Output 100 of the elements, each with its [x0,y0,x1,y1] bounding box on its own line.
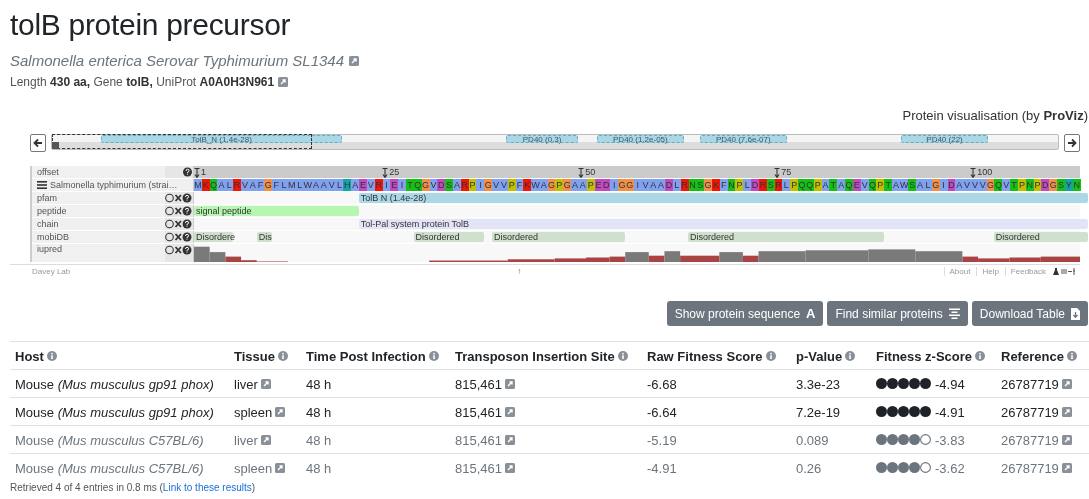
residue-letter: G [421,179,430,191]
residue-letter: L [924,179,932,191]
residue-letter: N [727,179,736,191]
residue-letter: I [939,179,948,191]
external-link-icon[interactable] [275,463,286,474]
info-icon[interactable] [845,351,856,362]
domain-bar[interactable]: PD40 (22) [901,135,988,143]
residue-letter: G [986,179,995,191]
feature-bar[interactable]: Tol-Pal system protein TolB [358,219,1088,229]
residue-letter: G [931,179,940,191]
track-label: Salmonella typhimurium (strai… [50,179,178,191]
residue-letter: V [429,179,438,191]
domain-bar[interactable]: PD40 (7.6e-07) [700,135,787,143]
filled-circle-icon [909,461,920,473]
feature-bar[interactable]: TolB N (1.4e-28) [358,193,1088,203]
residue-letter: L [225,179,234,191]
right-arrow-icon [1067,138,1077,148]
feature-bar[interactable]: Disordere [194,232,234,242]
residue-letter: Y [1064,179,1073,191]
external-link-icon[interactable] [1061,435,1072,446]
filled-circle-icon [909,405,920,417]
external-link-icon[interactable] [1061,463,1072,474]
left-arrow-icon [33,138,43,148]
info-icon[interactable] [617,351,628,362]
footer-link[interactable]: Help [976,266,999,276]
column-header: Transposon Insertion Site [455,348,615,364]
info-icon[interactable] [765,351,776,362]
download-button[interactable]: Download Table [971,301,1088,326]
column-header: p-Value [796,348,843,364]
back-button[interactable] [30,134,46,152]
footer-link[interactable]: Feedback [1004,266,1046,276]
table-cell: spleen [234,460,273,476]
residue-letter: Q [994,179,1003,191]
external-link-icon[interactable] [260,379,271,390]
feature-bar[interactable]: signal peptide [194,206,359,216]
residue-letter: D [1041,179,1050,191]
residue-letter: A [539,179,548,191]
residue-letter: Q [845,179,853,191]
residue-letter: E [390,179,399,191]
external-link-icon[interactable] [1061,407,1072,418]
residue-letter: V [641,179,650,191]
forward-button[interactable] [1064,134,1080,152]
filled-circle-icon [898,433,909,445]
domain-bar[interactable]: PD40 (1.2e-05) [597,135,684,143]
external-link-icon[interactable] [505,435,515,446]
similar-button[interactable]: Find similar proteins [827,301,968,326]
residue-letter: G [618,179,626,191]
column-header: Tissue [234,348,275,364]
feature-bar[interactable]: Disordered [413,232,485,242]
residue-letter: E [359,179,367,191]
footer-link[interactable]: About [943,266,971,276]
domain-bar[interactable]: TolB_N (1.4e-28) [101,135,343,143]
feature-bar[interactable]: Disordered [993,232,1088,242]
track-tools-icon[interactable] [165,245,192,255]
residue-letter: S [696,179,705,191]
feature-bar[interactable]: Disordered [491,232,626,242]
residue-letter: A [351,179,360,191]
filled-circle-icon [887,405,898,417]
table-cell: 48 h [306,432,332,448]
slider-handle[interactable] [52,142,59,149]
residue-letter: W [303,179,313,191]
arrow-marker: ↑ [517,266,522,276]
external-link-icon[interactable] [349,56,360,66]
residue-letter: S [1057,179,1065,191]
empty-circle-icon [920,433,931,445]
sequence-button[interactable]: Show protein sequence A [666,301,824,326]
external-link-icon[interactable] [260,435,271,446]
tick-label: 75 [781,167,792,178]
external-link-icon[interactable] [278,77,289,87]
external-link-icon[interactable] [505,379,515,390]
external-link-icon[interactable] [1061,379,1072,390]
table-cell: Mouse (Mus musculus C57BL/6) [15,460,204,476]
info-icon[interactable] [277,351,288,362]
table-cell: 26787719 [1001,404,1059,420]
residue-letter: F [256,179,265,191]
info-icon[interactable] [428,351,439,362]
residue-letter: P [790,179,799,191]
residue-letter: R [374,179,383,191]
menu-icon[interactable] [37,181,47,189]
residue-letter: W [531,179,540,191]
help-icon[interactable] [183,167,192,177]
toolbar-icons[interactable] [1052,267,1078,275]
residue-letter: P [555,179,564,191]
filled-circle-icon [887,433,898,445]
feature-bar[interactable]: Disordered [687,232,884,242]
info-icon[interactable] [1066,351,1077,362]
external-link-icon[interactable] [505,463,515,474]
domain-bar[interactable]: PD40 (0.3) [505,135,579,143]
filled-circle-icon [898,461,909,473]
residue-letter: L [743,179,752,191]
table-cell: 26787719 [1001,376,1059,392]
feature-bar[interactable]: Dis [256,232,273,242]
residue-letter: G [1049,179,1058,191]
table-cell: Mouse (Mus musculus gp91 phox) [15,376,214,392]
table-cell: 815,461 [455,432,502,448]
external-link-icon[interactable] [275,407,286,418]
residue-letter: V [499,179,508,191]
info-icon[interactable] [46,351,57,362]
info-icon[interactable] [975,351,986,362]
external-link-icon[interactable] [505,407,515,418]
